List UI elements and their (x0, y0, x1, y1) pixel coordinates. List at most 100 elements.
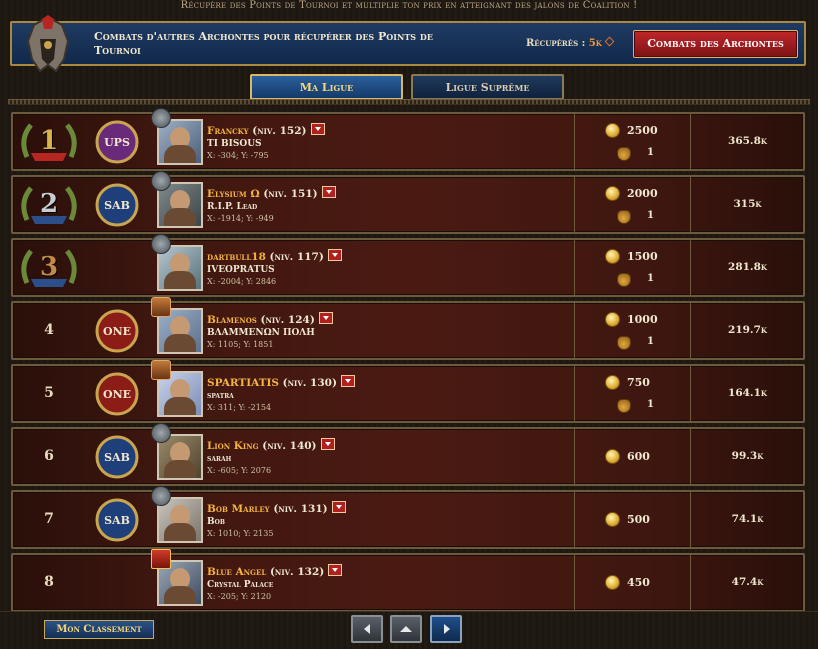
leaderboard-row[interactable]: 5 ONE SPARTIATIS (niv. 130) spatra X: 31… (11, 360, 805, 423)
tournament-points: 1500 (627, 250, 658, 263)
player-name-line: Elysium Ω (niv. 151) (207, 186, 336, 200)
tournament-points: 500 (627, 513, 650, 526)
collected-value: 5k (588, 38, 602, 49)
loot-bag-icon (617, 336, 631, 350)
column-divider (574, 177, 575, 232)
player-name-line: Blamenos (niv. 124) (207, 312, 333, 326)
leaderboard-row[interactable]: 4 ONE Blamenos (niv. 124) ΒΛΑΜΜΕΝΩΝ ΠΟΛΗ… (11, 297, 805, 360)
player-menu-dropdown-icon[interactable] (310, 123, 325, 135)
player-level: (niv. 132) (269, 566, 325, 578)
loot-bag-icon (617, 399, 631, 413)
player-name-line: Lion King (niv. 140) (207, 438, 335, 452)
tournament-leaderboard: Récupère des Points de Tournoi et multip… (0, 0, 818, 649)
rank-number: 5 (44, 385, 54, 401)
player-coordinates[interactable]: X: 311; Y: -2154 (207, 403, 271, 412)
player-alliance: IVEOPRATUS (207, 265, 275, 275)
column-divider (690, 177, 691, 232)
tab-my-league[interactable]: Ma Ligue (250, 74, 403, 100)
player-name[interactable]: Francky (207, 125, 249, 137)
player-menu-dropdown-icon[interactable] (328, 564, 343, 576)
alliance-shield-icon: SAB (95, 498, 139, 542)
my-rank-button[interactable]: Mon Classement (44, 620, 154, 639)
rank-number: 7 (44, 511, 54, 527)
alliance-shield-icon: ONE (95, 372, 139, 416)
leaderboard-row[interactable]: 7 SAB Bob Marley (niv. 131) Bob X: 1010;… (11, 486, 805, 549)
column-divider (690, 114, 691, 169)
player-coordinates[interactable]: X: -304; Y: -795 (207, 151, 269, 160)
avatar-body (164, 334, 196, 352)
leaderboard-row[interactable]: 3 dartbull18 (niv. 117) IVEOPRATUS X: -2… (11, 234, 805, 297)
leaderboard-row[interactable]: 1 UPS Francky (niv. 152) TI BISOUS X: -3… (11, 108, 805, 171)
player-coordinates[interactable]: X: -205; Y: 2120 (207, 592, 271, 601)
archons-combat-button[interactable]: Combats des Archontes (633, 30, 798, 58)
next-page-button[interactable] (430, 615, 462, 643)
player-might: 74.1k (731, 513, 764, 525)
player-level: (niv. 117) (269, 251, 324, 263)
rank-number: 2 (39, 189, 59, 219)
player-might: 365.8k (728, 135, 767, 147)
avatar-body (164, 586, 196, 604)
tab-supreme-league[interactable]: Ligue Suprême (411, 74, 564, 100)
player-coordinates[interactable]: X: 1010; Y: 2135 (207, 529, 273, 538)
player-menu-dropdown-icon[interactable] (327, 249, 342, 261)
player-might: 219.7k (728, 324, 767, 336)
footer-divider (0, 611, 818, 612)
avatar-badge-icon (151, 108, 171, 128)
leaderboard-row[interactable]: 8 Blue Angel (niv. 132) Crystal Palace X… (11, 549, 805, 612)
column-divider (690, 492, 691, 547)
player-name[interactable]: SPARTIATIS (207, 377, 279, 389)
column-divider (574, 492, 575, 547)
player-name[interactable]: Elysium Ω (207, 188, 260, 200)
avatar-badge-icon (151, 297, 171, 317)
player-level: (niv. 124) (260, 314, 315, 326)
bag-count: 1 (647, 273, 654, 284)
player-menu-dropdown-icon[interactable] (321, 186, 336, 198)
player-name-line: SPARTIATIS (niv. 130) (207, 375, 355, 389)
alliance-shield-icon: ONE (95, 309, 139, 353)
gold-coin-icon (605, 123, 620, 138)
column-divider (574, 555, 575, 610)
tournament-points: 2000 (627, 187, 658, 200)
avatar-body (164, 208, 196, 226)
bag-count: 1 (647, 336, 654, 347)
scroll-top-button[interactable] (390, 615, 422, 643)
player-might: 99.3k (731, 450, 764, 462)
tournament-message: Récupère des Points de Tournoi et multip… (180, 0, 638, 11)
player-might: 281.8k (728, 261, 767, 273)
player-menu-dropdown-icon[interactable] (318, 312, 333, 324)
rank-number: 6 (44, 448, 54, 464)
player-level: (niv. 152) (252, 125, 307, 137)
player-coordinates[interactable]: X: -1914; Y: -949 (207, 214, 274, 223)
player-name[interactable]: Blue Angel (207, 566, 266, 578)
svg-text:ONE: ONE (103, 325, 131, 338)
player-coordinates[interactable]: X: 1105; Y: 1851 (207, 340, 273, 349)
svg-text:ONE: ONE (103, 388, 131, 401)
avatar-body (164, 145, 196, 163)
avatar-body (164, 271, 196, 289)
tournament-points: 2500 (627, 124, 658, 137)
player-menu-dropdown-icon[interactable] (331, 501, 346, 513)
column-divider (690, 303, 691, 358)
rank-number: 3 (39, 252, 59, 282)
player-name-line: Bob Marley (niv. 131) (207, 501, 346, 515)
player-coordinates[interactable]: X: -605; Y: 2076 (207, 466, 271, 475)
gold-coin-icon (605, 449, 620, 464)
rank-cell: 2 (13, 177, 85, 232)
player-menu-dropdown-icon[interactable] (340, 375, 355, 387)
player-name-line: Francky (niv. 152) (207, 123, 325, 137)
previous-page-button[interactable] (351, 615, 383, 643)
player-coordinates[interactable]: X: -2004; Y: 2846 (207, 277, 276, 286)
player-name[interactable]: dartbull18 (207, 251, 266, 263)
player-name[interactable]: Bob Marley (207, 503, 270, 515)
bag-count: 1 (647, 399, 654, 410)
leaderboard-row[interactable]: 6 SAB Lion King (niv. 140) sarah X: -605… (11, 423, 805, 486)
player-level: (niv. 131) (273, 503, 328, 515)
player-name[interactable]: Blamenos (207, 314, 257, 326)
player-menu-dropdown-icon[interactable] (320, 438, 335, 450)
alliance-shield-icon: SAB (95, 183, 139, 227)
leaderboard-row[interactable]: 2 SAB Elysium Ω (niv. 151) R.I.P. Lead X… (11, 171, 805, 234)
gold-coin-icon (605, 375, 620, 390)
player-name[interactable]: Lion King (207, 440, 259, 452)
player-alliance: R.I.P. Lead (207, 202, 258, 212)
arrow-right-icon (444, 624, 450, 634)
